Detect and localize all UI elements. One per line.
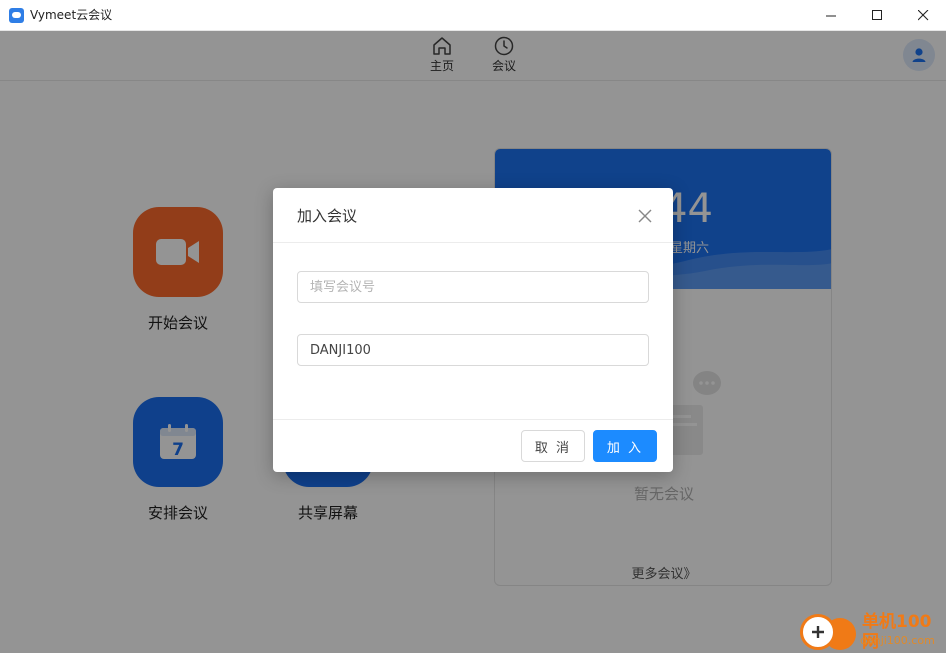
watermark-logo-icon xyxy=(800,614,836,650)
dialog-footer-divider xyxy=(273,419,673,420)
dialog-title: 加入会议 xyxy=(297,207,358,225)
minimize-icon xyxy=(825,15,836,17)
close-icon xyxy=(917,10,928,21)
meeting-id-input[interactable] xyxy=(297,271,649,303)
dialog-divider xyxy=(273,242,673,243)
join-button[interactable]: 加 入 xyxy=(593,430,657,462)
watermark-en-text: danji100.com xyxy=(860,634,935,647)
dialog-close-button[interactable] xyxy=(635,206,655,226)
site-watermark: 单机100网 danji100.com xyxy=(798,610,946,653)
maximize-button[interactable] xyxy=(854,0,900,31)
cancel-button[interactable]: 取 消 xyxy=(521,430,585,462)
join-meeting-dialog: 加入会议 取 消 加 入 xyxy=(273,188,673,472)
title-bar: Vymeet云会议 xyxy=(0,0,946,31)
close-window-button[interactable] xyxy=(900,0,946,31)
app-logo-icon xyxy=(9,8,24,23)
maximize-icon xyxy=(871,10,882,20)
display-name-input[interactable] xyxy=(297,334,649,366)
close-icon xyxy=(638,209,652,223)
minimize-button[interactable] xyxy=(808,0,854,31)
window-title: Vymeet云会议 xyxy=(30,8,113,22)
